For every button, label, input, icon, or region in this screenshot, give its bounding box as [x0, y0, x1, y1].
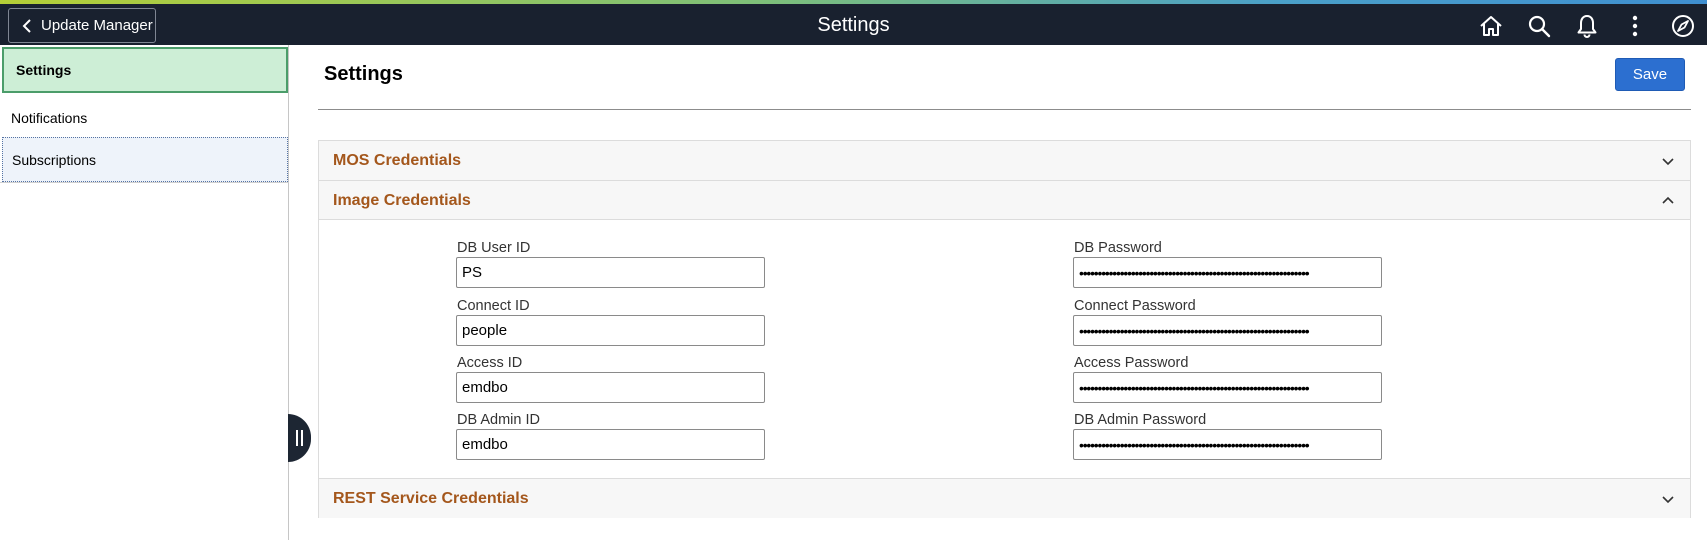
- section-divider: [319, 219, 1690, 220]
- db-password-label: DB Password: [1074, 240, 1162, 256]
- sidebar-item-label: Notifications: [11, 109, 88, 126]
- chevron-up-icon: [1662, 196, 1674, 204]
- section-title: REST Service Credentials: [333, 489, 529, 507]
- back-button[interactable]: Update Manager: [8, 8, 156, 43]
- app-header: Update Manager Settings: [0, 4, 1707, 45]
- section-title: Image Credentials: [333, 191, 471, 209]
- search-icon: [1528, 15, 1551, 37]
- chevron-left-icon: [22, 18, 31, 33]
- connect-password-label: Connect Password: [1074, 298, 1196, 314]
- section-title: MOS Credentials: [333, 151, 462, 169]
- sidebar-item-notifications[interactable]: Notifications: [2, 96, 288, 139]
- drag-handle-icon: [296, 430, 303, 446]
- back-button-label: Update Manager: [41, 17, 153, 34]
- access-id-input[interactable]: [456, 372, 765, 403]
- db-user-id-input[interactable]: [456, 257, 765, 288]
- sidebar-item-settings[interactable]: Settings: [2, 47, 288, 93]
- save-button[interactable]: Save: [1615, 58, 1685, 91]
- actions-menu-icon: [1632, 15, 1638, 36]
- access-password-label: Access Password: [1074, 355, 1189, 371]
- chevron-down-icon: [1662, 158, 1674, 166]
- section-header-rest-service-credentials[interactable]: REST Service Credentials: [319, 479, 1690, 518]
- connect-id-input[interactable]: [456, 315, 765, 346]
- db-admin-id-input[interactable]: [456, 429, 765, 460]
- header-actions: [1467, 8, 1707, 43]
- notifications-button[interactable]: [1563, 8, 1611, 43]
- bell-icon: [1577, 14, 1597, 38]
- home-icon: [1480, 15, 1502, 36]
- section-header-image-credentials[interactable]: Image Credentials: [319, 181, 1690, 220]
- side-navigation: Settings Notifications Subscriptions: [0, 45, 289, 540]
- sidebar-collapse-handle[interactable]: [288, 414, 311, 462]
- chevron-down-icon: [1662, 496, 1674, 504]
- navbar-button[interactable]: [1659, 8, 1707, 43]
- db-admin-password-input[interactable]: [1073, 429, 1382, 460]
- db-admin-password-label: DB Admin Password: [1074, 412, 1207, 428]
- db-admin-id-label: DB Admin ID: [457, 412, 540, 428]
- credentials-group: MOS Credentials Image Credentials DB Use…: [318, 140, 1691, 518]
- sidebar-item-label: Subscriptions: [12, 151, 97, 168]
- title-divider: [318, 109, 1691, 110]
- actions-menu-button[interactable]: [1611, 8, 1659, 43]
- sidebar-divider: [0, 182, 289, 183]
- home-button[interactable]: [1467, 8, 1515, 43]
- sidebar-item-subscriptions[interactable]: Subscriptions: [2, 137, 288, 182]
- access-id-label: Access ID: [457, 355, 523, 371]
- sidebar-item-label: Settings: [16, 62, 72, 78]
- db-user-id-label: DB User ID: [457, 240, 531, 256]
- header-title: Settings: [817, 14, 890, 36]
- db-password-input[interactable]: [1073, 257, 1382, 288]
- connect-password-input[interactable]: [1073, 315, 1382, 346]
- connect-id-label: Connect ID: [457, 298, 530, 314]
- page-title: Settings: [324, 63, 403, 85]
- search-button[interactable]: [1515, 8, 1563, 43]
- section-header-mos-credentials[interactable]: MOS Credentials: [319, 141, 1690, 180]
- access-password-input[interactable]: [1073, 372, 1382, 403]
- navbar-compass-icon: [1672, 14, 1694, 37]
